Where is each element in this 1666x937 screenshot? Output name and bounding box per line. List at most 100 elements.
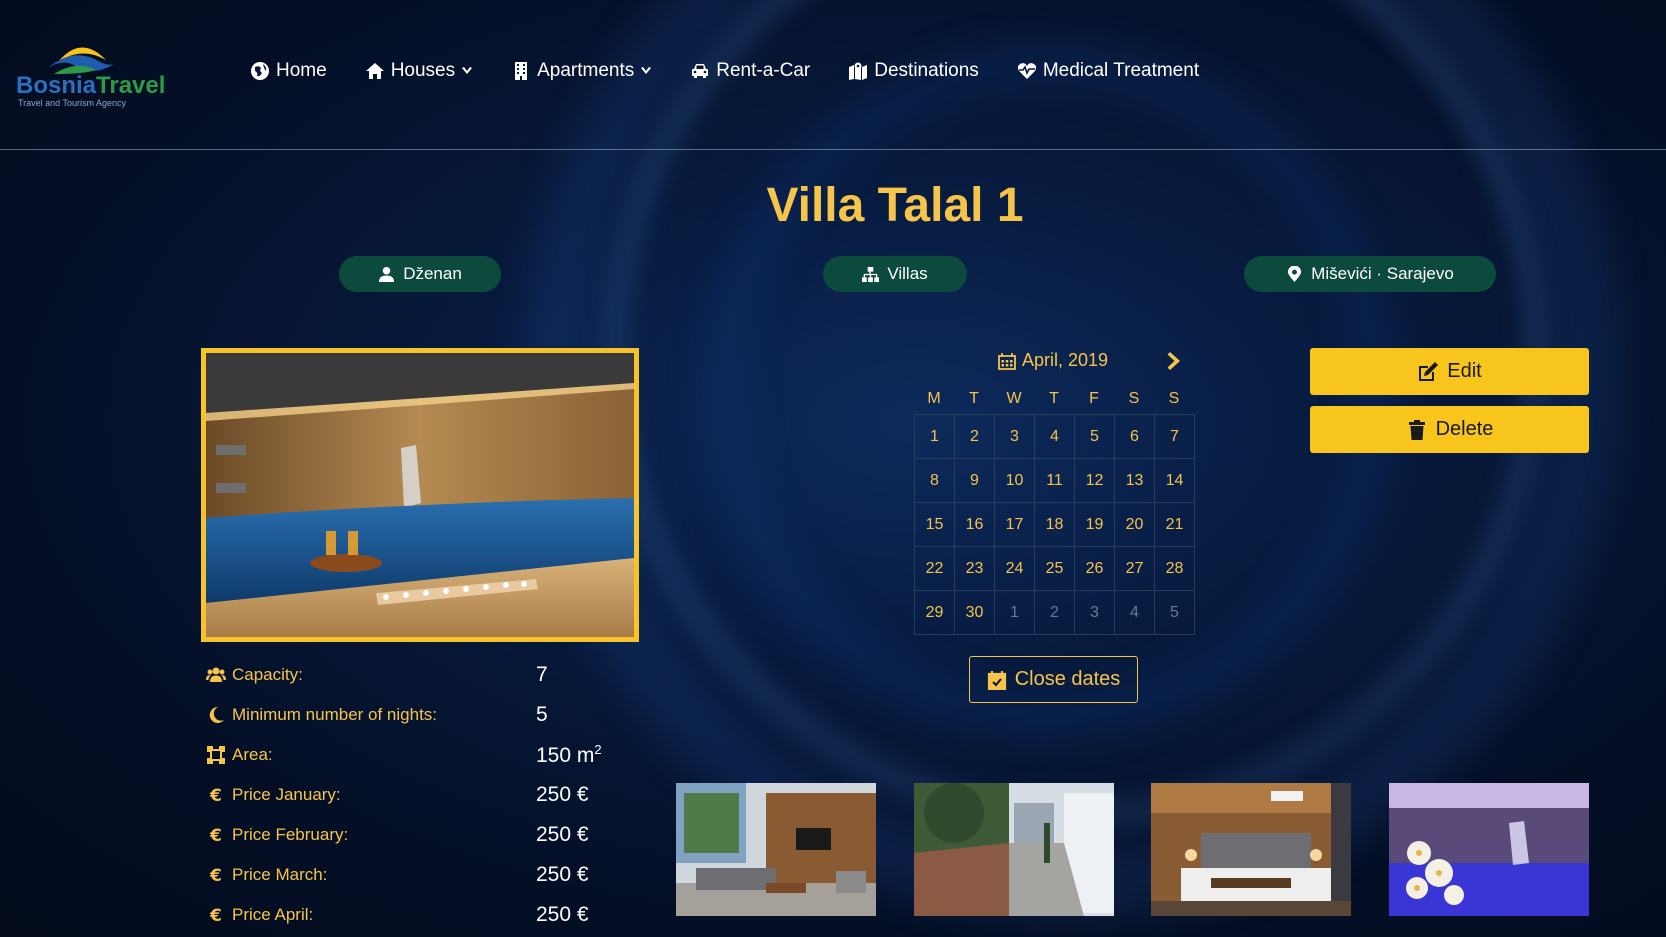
calendar-day[interactable]: 30 <box>955 591 995 635</box>
calendar-day[interactable]: 14 <box>1155 459 1195 503</box>
calendar-day[interactable]: 15 <box>915 503 955 547</box>
calendar-day[interactable]: 21 <box>1155 503 1195 547</box>
nav-rent-a-car[interactable]: Rent-a-Car <box>690 60 810 82</box>
map-icon <box>849 62 868 80</box>
heartbeat-icon <box>1017 63 1036 79</box>
sitemap-icon <box>862 266 880 282</box>
svg-text:€: € <box>209 906 222 925</box>
nav-destinations[interactable]: Destinations <box>848 60 979 82</box>
calendar-day[interactable]: 4 <box>1035 415 1075 459</box>
spec-price-february-value: 250 € <box>536 823 589 846</box>
calendar-day[interactable]: 25 <box>1035 547 1075 591</box>
globe-icon <box>251 62 269 80</box>
logo-tagline: Travel and Tourism Agency <box>18 98 127 108</box>
bedroom-photo-image <box>1151 783 1351 916</box>
calendar-month-label: April, 2019 <box>1022 350 1109 370</box>
specs-list: Capacity: 7 Minimum number of nights: 5 … <box>206 655 636 935</box>
spec-price-january: € Price January: 250 € <box>206 775 636 815</box>
close-dates-button[interactable]: Close dates <box>969 656 1138 703</box>
calendar-day[interactable]: 18 <box>1035 503 1075 547</box>
calendar-day[interactable]: 3 <box>1075 591 1115 635</box>
calendar-day[interactable]: 6 <box>1115 415 1155 459</box>
calendar-day[interactable]: 12 <box>1075 459 1115 503</box>
svg-text:€: € <box>209 826 222 845</box>
nav-medical-treatment[interactable]: Medical Treatment <box>1017 60 1199 82</box>
chevron-down-icon <box>462 67 473 74</box>
calendar-day[interactable]: 5 <box>1155 591 1195 635</box>
nav-home[interactable]: Home <box>250 60 327 82</box>
users-icon <box>206 667 226 682</box>
calendar-day[interactable]: 20 <box>1115 503 1155 547</box>
type-badge[interactable]: Villas <box>823 256 967 292</box>
owner-badge[interactable]: Dženan <box>339 256 501 292</box>
calendar-check-icon <box>987 670 1006 690</box>
calendar-day[interactable]: 29 <box>915 591 955 635</box>
euro-icon: € <box>209 786 222 805</box>
edit-icon <box>1419 361 1439 381</box>
nav-houses[interactable]: Houses <box>365 60 473 82</box>
calendar-day[interactable]: 22 <box>915 547 955 591</box>
site-header: BosniaTravel Travel and Tourism Agency H… <box>0 0 1666 150</box>
site-logo[interactable]: BosniaTravel Travel and Tourism Agency <box>16 38 165 108</box>
calendar-day[interactable]: 28 <box>1155 547 1195 591</box>
nav-apartments[interactable]: Apartments <box>511 60 652 82</box>
calendar-day[interactable]: 13 <box>1115 459 1155 503</box>
building-icon <box>515 62 528 80</box>
spec-price-february: € Price February: 250 € <box>206 815 636 855</box>
delete-button[interactable]: Delete <box>1310 406 1589 453</box>
calendar-day[interactable]: 26 <box>1075 547 1115 591</box>
living-room-photo-image <box>676 783 876 916</box>
gallery-thumbnail[interactable] <box>914 783 1114 916</box>
gallery-thumbnail[interactable] <box>1151 783 1351 916</box>
calendar-day[interactable]: 2 <box>955 415 995 459</box>
calendar-day[interactable]: 4 <box>1115 591 1155 635</box>
gallery-thumbnail[interactable] <box>1389 783 1589 916</box>
calendar-day[interactable]: 17 <box>995 503 1035 547</box>
calendar-day[interactable]: 9 <box>955 459 995 503</box>
calendar-day[interactable]: 1 <box>995 591 1035 635</box>
euro-icon: € <box>209 826 222 845</box>
calendar-day[interactable]: 2 <box>1035 591 1075 635</box>
main-nav: Home Houses Apartments Rent-a-Car Destin… <box>250 60 1199 82</box>
main-photo[interactable] <box>201 348 639 642</box>
chevron-down-icon <box>641 67 652 74</box>
spec-area-value: 150 m2 <box>536 742 602 767</box>
svg-text:€: € <box>209 866 222 885</box>
calendar-weekdays: M T W T F S S <box>927 390 1180 407</box>
spec-area: Area: 150 m2 <box>206 735 636 775</box>
car-icon <box>692 64 709 78</box>
calendar-day[interactable]: 3 <box>995 415 1035 459</box>
calendar-day[interactable]: 10 <box>995 459 1035 503</box>
spec-price-april-value: 250 € <box>536 903 589 926</box>
calendar-day[interactable]: 7 <box>1155 415 1195 459</box>
pool-orchid-photo-image <box>1389 783 1589 916</box>
calendar-day[interactable]: 24 <box>995 547 1035 591</box>
calendar-day[interactable]: 11 <box>1035 459 1075 503</box>
euro-icon: € <box>209 866 222 885</box>
spec-min-nights: Minimum number of nights: 5 <box>206 695 636 735</box>
exterior-photo-image <box>914 783 1114 916</box>
calendar-next-button[interactable] <box>1164 350 1184 372</box>
calendar-day[interactable]: 5 <box>1075 415 1115 459</box>
calendar-day[interactable]: 1 <box>915 415 955 459</box>
calendar-day[interactable]: 16 <box>955 503 995 547</box>
gallery-thumbnail[interactable] <box>676 783 876 916</box>
euro-icon: € <box>209 906 222 925</box>
spec-price-march-value: 250 € <box>536 863 589 886</box>
spec-price-april: € Price April: 250 € <box>206 895 636 935</box>
calendar-grid: 1 2 3 4 5 6 7 8 9 10 11 12 13 14 15 16 17 18 19 20 21 22 23 24 2… <box>914 414 1195 635</box>
logo-text: BosniaTravel <box>16 72 166 99</box>
calendar-day[interactable]: 23 <box>955 547 995 591</box>
spec-price-march: € Price March: 250 € <box>206 855 636 895</box>
calendar-icon <box>998 352 1016 370</box>
calendar-day[interactable]: 19 <box>1075 503 1115 547</box>
trash-icon <box>1408 419 1425 440</box>
svg-text:€: € <box>209 786 222 805</box>
calendar-day[interactable]: 27 <box>1115 547 1155 591</box>
location-badge[interactable]: Miševići · Sarajevo <box>1244 256 1496 292</box>
chevron-right-icon <box>1167 352 1180 370</box>
spec-min-nights-value: 5 <box>536 703 548 726</box>
edit-button[interactable]: Edit <box>1310 348 1589 395</box>
spec-capacity-value: 7 <box>536 663 548 686</box>
calendar-day[interactable]: 8 <box>915 459 955 503</box>
